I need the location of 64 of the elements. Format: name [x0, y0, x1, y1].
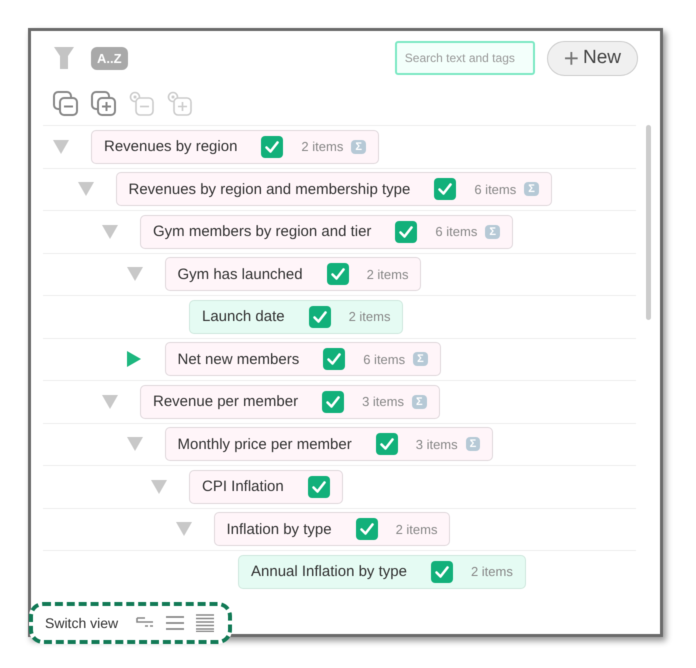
tree-node[interactable]: Revenues by region and membership type 6 items Σ	[116, 172, 552, 206]
checkbox[interactable]	[322, 390, 344, 413]
item-count: 6 items	[363, 352, 406, 367]
checkbox[interactable]	[395, 220, 418, 243]
node-label: Revenues by region and membership type	[128, 180, 410, 198]
checkbox[interactable]	[430, 560, 453, 583]
checkbox[interactable]	[326, 263, 349, 286]
expanded-arrow-icon[interactable]	[126, 267, 142, 282]
tree-node[interactable]: Annual Inflation by type 2 items	[238, 554, 526, 589]
tree-node[interactable]: Gym has launched 2 items	[164, 257, 422, 292]
search-field[interactable]: Search text and tags	[394, 41, 535, 75]
tree-node[interactable]: Launch date 2 items	[189, 300, 404, 334]
node-label: Gym members by region and tier	[153, 223, 372, 240]
tree-node[interactable]: Net new members 6 items Σ	[164, 342, 441, 376]
tree-node[interactable]: Monthly price per member 3 items Σ	[164, 427, 494, 462]
list-view-icon[interactable]	[166, 615, 184, 631]
expanded-arrow-icon[interactable]	[126, 437, 142, 452]
node-label: Annual Inflation by type	[251, 563, 407, 580]
scrollbar-thumb[interactable]	[646, 125, 650, 320]
collapse-all-icon[interactable]	[53, 91, 79, 117]
expanded-arrow-icon[interactable]	[102, 394, 118, 409]
item-count: 2 items	[348, 309, 390, 324]
expand-icon[interactable]	[167, 91, 193, 117]
checkbox[interactable]	[323, 348, 346, 370]
collapsed-arrow-icon[interactable]	[126, 351, 140, 368]
item-count: 2 items	[301, 139, 344, 154]
item-count: 6 items	[435, 224, 478, 240]
dense-list-icon[interactable]	[196, 614, 214, 632]
node-label: Revenue per member	[153, 393, 298, 410]
node-label: Net new members	[178, 350, 300, 368]
expanded-arrow-icon[interactable]	[151, 480, 167, 494]
item-count: 6 items	[474, 182, 516, 197]
tree-node[interactable]: Revenue per member 3 items Σ	[140, 384, 440, 419]
expanded-arrow-icon[interactable]	[102, 224, 118, 239]
node-label: Gym has launched	[178, 266, 303, 283]
tree-node[interactable]: Inflation by type 2 items	[214, 512, 450, 546]
checkbox[interactable]	[434, 178, 456, 200]
compact-view-icon[interactable]	[136, 616, 154, 630]
expanded-arrow-icon[interactable]	[176, 522, 192, 536]
checkbox[interactable]	[261, 136, 284, 158]
checkbox[interactable]	[356, 518, 378, 540]
node-label: Inflation by type	[226, 520, 332, 538]
node-label: Monthly price per member	[178, 436, 352, 453]
node-label: Launch date	[202, 308, 285, 326]
tree-node[interactable]: CPI Inflation	[189, 470, 343, 504]
node-label: CPI Inflation	[202, 478, 284, 496]
expand-all-icon[interactable]	[91, 91, 117, 117]
tree-node[interactable]: Revenues by region 2 items Σ	[91, 130, 379, 164]
new-button[interactable]: +New	[546, 40, 638, 76]
expanded-arrow-icon[interactable]	[53, 140, 69, 154]
checkbox[interactable]	[308, 476, 330, 498]
checkbox[interactable]	[308, 306, 331, 328]
collapse-icon[interactable]	[129, 91, 155, 117]
node-label: Revenues by region	[104, 138, 238, 156]
item-count: 2 items	[470, 564, 513, 580]
checkbox[interactable]	[376, 433, 398, 456]
filter-icon[interactable]	[53, 45, 75, 71]
item-count: 2 items	[396, 522, 438, 537]
switch-view-label: Switch view	[45, 615, 118, 631]
expanded-arrow-icon[interactable]	[78, 182, 94, 196]
item-count: 2 items	[366, 266, 408, 282]
tree-node[interactable]: Gym members by region and tier 6 items Σ	[140, 214, 513, 249]
item-count: 3 items	[416, 436, 458, 452]
item-count: 3 items	[362, 394, 404, 410]
